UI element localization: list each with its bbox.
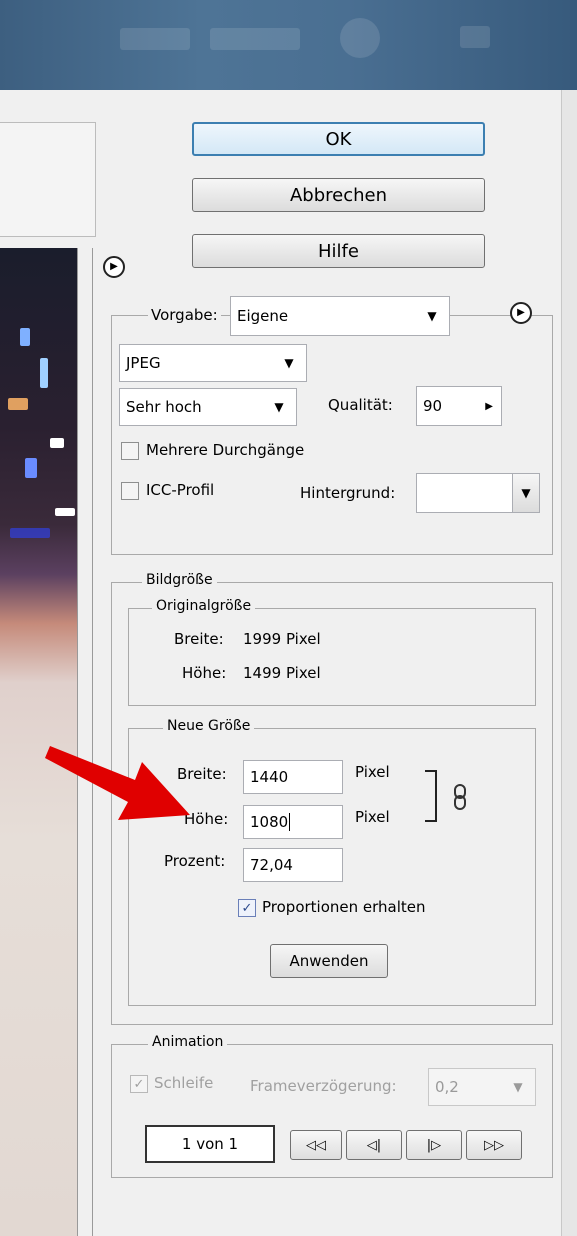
chain-link-icon [454, 784, 466, 810]
original-height-label: Höhe: [182, 664, 227, 682]
previous-frame-button[interactable]: ◁| [346, 1130, 402, 1160]
original-size-title: Originalgröße [152, 598, 256, 614]
frame-delay-select[interactable]: 0,2 ▼ [428, 1068, 536, 1106]
multipass-checkbox[interactable] [121, 442, 139, 460]
quality-value: 90 [423, 397, 443, 415]
apply-button[interactable]: Anwenden [270, 944, 388, 978]
triangle-down-icon: ▼ [427, 309, 437, 323]
background-label: Hintergrund: [300, 484, 396, 502]
new-width-unit: Pixel [355, 763, 390, 781]
frame-counter: 1 von 1 [145, 1125, 275, 1163]
triangle-down-icon: ▼ [274, 400, 284, 414]
original-width-label: Breite: [174, 630, 224, 648]
new-height-value: 1080 [250, 813, 289, 831]
new-height-input[interactable]: 1080 [243, 805, 343, 839]
frame-delay-label: Frameverzögerung: [250, 1077, 397, 1095]
last-frame-icon: ▷▷ [484, 1137, 504, 1153]
format-value: JPEG [126, 354, 161, 372]
percent-label: Prozent: [164, 852, 226, 870]
constrain-proportions-label: Proportionen erhalten [262, 898, 426, 916]
triangle-down-icon: ▼ [512, 474, 539, 512]
triangle-right-icon[interactable]: ▶ [485, 401, 493, 412]
animation-title: Animation [148, 1034, 228, 1050]
last-frame-button[interactable]: ▷▷ [466, 1130, 522, 1160]
loop-label: Schleife [154, 1074, 214, 1092]
circle-arrow-right-icon[interactable]: ▶ [510, 302, 532, 324]
help-button[interactable]: Hilfe [192, 234, 485, 268]
original-height-value: 1499 Pixel [243, 664, 321, 682]
quality-input[interactable]: 90 ▶ [416, 386, 502, 426]
preset-value: Eigene [237, 307, 289, 325]
preview-header-pane [0, 122, 96, 237]
percent-value: 72,04 [250, 856, 293, 874]
frame-delay-value: 0,2 [435, 1078, 459, 1096]
original-size-group [128, 608, 536, 706]
icc-profile-label: ICC-Profil [146, 481, 215, 499]
percent-input[interactable]: 72,04 [243, 848, 343, 882]
icc-profile-checkbox[interactable] [121, 482, 139, 500]
new-height-unit: Pixel [355, 808, 390, 826]
preset-select[interactable]: Eigene ▼ [230, 296, 450, 336]
original-width-value: 1999 Pixel [243, 630, 321, 648]
previous-frame-icon: ◁| [366, 1137, 382, 1153]
first-frame-icon: ◁◁ [306, 1137, 326, 1153]
new-width-value: 1440 [250, 768, 289, 786]
circle-arrow-right-icon[interactable]: ▶ [103, 256, 125, 278]
preset-label: Vorgabe: [148, 306, 221, 324]
annotation-arrow-icon [45, 746, 190, 820]
image-size-title: Bildgröße [142, 572, 217, 588]
cancel-button[interactable]: Abbrechen [192, 178, 485, 212]
new-size-title: Neue Größe [163, 718, 255, 734]
multipass-label: Mehrere Durchgänge [146, 441, 305, 459]
triangle-down-icon: ▼ [284, 356, 294, 370]
constrain-proportions-checkbox[interactable]: ✓ [238, 899, 256, 917]
ok-button[interactable]: OK [192, 122, 485, 156]
new-width-input[interactable]: 1440 [243, 760, 343, 794]
first-frame-button[interactable]: ◁◁ [290, 1130, 342, 1160]
vertical-scrollbar[interactable] [561, 90, 577, 1236]
window-title-bar [0, 0, 577, 90]
link-bracket [425, 770, 437, 822]
quality-preset-select[interactable]: Sehr hoch ▼ [119, 388, 297, 426]
background-select[interactable]: ▼ [416, 473, 540, 513]
text-cursor [289, 813, 291, 831]
triangle-down-icon: ▼ [513, 1080, 523, 1094]
quality-label: Qualität: [328, 396, 393, 414]
next-frame-icon: |▷ [426, 1137, 442, 1153]
next-frame-button[interactable]: |▷ [406, 1130, 462, 1160]
loop-checkbox[interactable]: ✓ [130, 1075, 148, 1093]
quality-preset-value: Sehr hoch [126, 398, 202, 416]
frame-counter-text: 1 von 1 [181, 1135, 239, 1153]
format-select[interactable]: JPEG ▼ [119, 344, 307, 382]
